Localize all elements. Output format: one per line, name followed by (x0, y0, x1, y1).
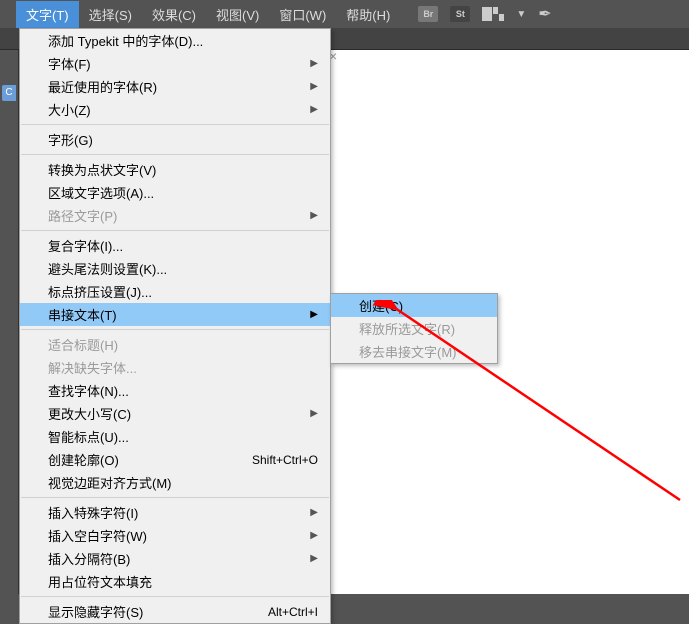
submenu-arrow-icon: ▶ (310, 210, 318, 221)
menu-item-label: 视觉边距对齐方式(M) (48, 473, 172, 492)
menu-item-label: 插入特殊字符(I) (48, 503, 138, 522)
menu-separator (21, 497, 329, 498)
menu-item[interactable]: 显示隐藏字符(S) Alt+Ctrl+I (20, 600, 330, 623)
menu-item[interactable]: 复合字体(I)... (20, 234, 330, 257)
thread-text-submenu: 创建(C) 释放所选文字(R) 移去串接文字(M) (330, 293, 498, 364)
menubar-item-select[interactable]: 选择(S) (79, 1, 142, 28)
menu-item[interactable]: 最近使用的字体(R) ▶ (20, 75, 330, 98)
menu-separator (21, 596, 329, 597)
menu-item-label: 字体(F) (48, 54, 91, 73)
menubar-item-window[interactable]: 窗口(W) (269, 1, 336, 28)
menu-item-shortcut: Shift+Ctrl+O (252, 453, 318, 467)
left-strip-tab[interactable]: C (2, 85, 16, 101)
stock-icon[interactable]: St (450, 6, 470, 22)
submenu-arrow-icon: ▶ (310, 104, 318, 115)
menu-separator (21, 154, 329, 155)
menu-item-label: 转换为点状文字(V) (48, 160, 156, 179)
submenu-item: 移去串接文字(M) (331, 340, 497, 363)
menu-item[interactable]: 插入特殊字符(I) ▶ (20, 501, 330, 524)
submenu-arrow-icon: ▶ (310, 81, 318, 92)
menu-item-label: 字形(G) (48, 130, 93, 149)
submenu-item[interactable]: 创建(C) (331, 294, 497, 317)
menu-separator (21, 230, 329, 231)
menu-item[interactable]: 大小(Z) ▶ (20, 98, 330, 121)
submenu-arrow-icon: ▶ (310, 309, 318, 320)
menu-item-label: 最近使用的字体(R) (48, 77, 157, 96)
text-dropdown-menu: 添加 Typekit 中的字体(D)...字体(F)▶最近使用的字体(R)▶大小… (19, 28, 331, 624)
submenu-arrow-icon: ▶ (310, 58, 318, 69)
menu-item-label: 用占位符文本填充 (48, 572, 152, 591)
menu-item[interactable]: 标点挤压设置(J)... (20, 280, 330, 303)
menu-item[interactable]: 更改大小写(C) ▶ (20, 402, 330, 425)
menu-item[interactable]: 区域文字选项(A)... (20, 181, 330, 204)
menubar-icons: Br St ▼ ✒ (418, 4, 551, 24)
menu-item[interactable]: 添加 Typekit 中的字体(D)... (20, 29, 330, 52)
menu-item[interactable]: 字体(F) ▶ (20, 52, 330, 75)
menu-item-shortcut: Alt+Ctrl+I (268, 605, 318, 619)
menu-separator (21, 124, 329, 125)
layout-icon[interactable] (482, 7, 504, 21)
menu-item-label: 标点挤压设置(J)... (48, 282, 152, 301)
menu-item-label: 解决缺失字体... (48, 358, 137, 377)
menu-item[interactable]: 字形(G) (20, 128, 330, 151)
menu-item-label: 大小(Z) (48, 100, 91, 119)
menu-item-label: 复合字体(I)... (48, 236, 123, 255)
menu-item-label: 更改大小写(C) (48, 404, 131, 423)
bridge-icon[interactable]: Br (418, 6, 438, 22)
menubar-item-text[interactable]: 文字(T) (16, 1, 79, 28)
submenu-arrow-icon: ▶ (310, 408, 318, 419)
submenu-arrow-icon: ▶ (310, 553, 318, 564)
menu-item[interactable]: 智能标点(U)... (20, 425, 330, 448)
menu-item[interactable]: 串接文本(T) ▶ (20, 303, 330, 326)
menu-item[interactable]: 用占位符文本填充 (20, 570, 330, 593)
menu-item: 适合标题(H) (20, 333, 330, 356)
left-strip: C (0, 50, 18, 594)
menu-item-label: 添加 Typekit 中的字体(D)... (48, 31, 203, 50)
menubar-item-help[interactable]: 帮助(H) (336, 1, 400, 28)
menu-separator (21, 329, 329, 330)
menu-item[interactable]: 插入空白字符(W) ▶ (20, 524, 330, 547)
menu-item[interactable]: 创建轮廓(O) Shift+Ctrl+O (20, 448, 330, 471)
menubar-item-effect[interactable]: 效果(C) (142, 1, 206, 28)
menu-item-label: 插入空白字符(W) (48, 526, 147, 545)
menu-item-label: 路径文字(P) (48, 206, 117, 225)
menu-item-label: 智能标点(U)... (48, 427, 129, 446)
menu-item-label: 查找字体(N)... (48, 381, 129, 400)
submenu-item-label: 释放所选文字(R) (359, 319, 455, 338)
menubar-item-view[interactable]: 视图(V) (206, 1, 269, 28)
menu-item-label: 区域文字选项(A)... (48, 183, 154, 202)
menu-item: 解决缺失字体... (20, 356, 330, 379)
menu-item[interactable]: 转换为点状文字(V) (20, 158, 330, 181)
menu-item[interactable]: 视觉边距对齐方式(M) (20, 471, 330, 494)
menu-item-label: 适合标题(H) (48, 335, 118, 354)
menu-item-label: 串接文本(T) (48, 305, 117, 324)
menu-item-label: 创建轮廓(O) (48, 450, 119, 469)
submenu-item-label: 创建(C) (359, 296, 403, 315)
menubar: 文字(T) 选择(S) 效果(C) 视图(V) 窗口(W) 帮助(H) Br S… (0, 0, 689, 28)
submenu-arrow-icon: ▶ (310, 507, 318, 518)
chevron-down-icon[interactable]: ▼ (516, 9, 526, 20)
submenu-item: 释放所选文字(R) (331, 317, 497, 340)
menu-item[interactable]: 插入分隔符(B) ▶ (20, 547, 330, 570)
menu-item[interactable]: 查找字体(N)... (20, 379, 330, 402)
menu-item-label: 避头尾法则设置(K)... (48, 259, 167, 278)
menu-item: 路径文字(P) ▶ (20, 204, 330, 227)
menu-item-label: 插入分隔符(B) (48, 549, 130, 568)
menu-item-label: 显示隐藏字符(S) (48, 602, 143, 621)
menu-item[interactable]: 避头尾法则设置(K)... (20, 257, 330, 280)
feather-icon[interactable]: ✒ (538, 4, 551, 24)
submenu-item-label: 移去串接文字(M) (359, 342, 457, 361)
submenu-arrow-icon: ▶ (310, 530, 318, 541)
